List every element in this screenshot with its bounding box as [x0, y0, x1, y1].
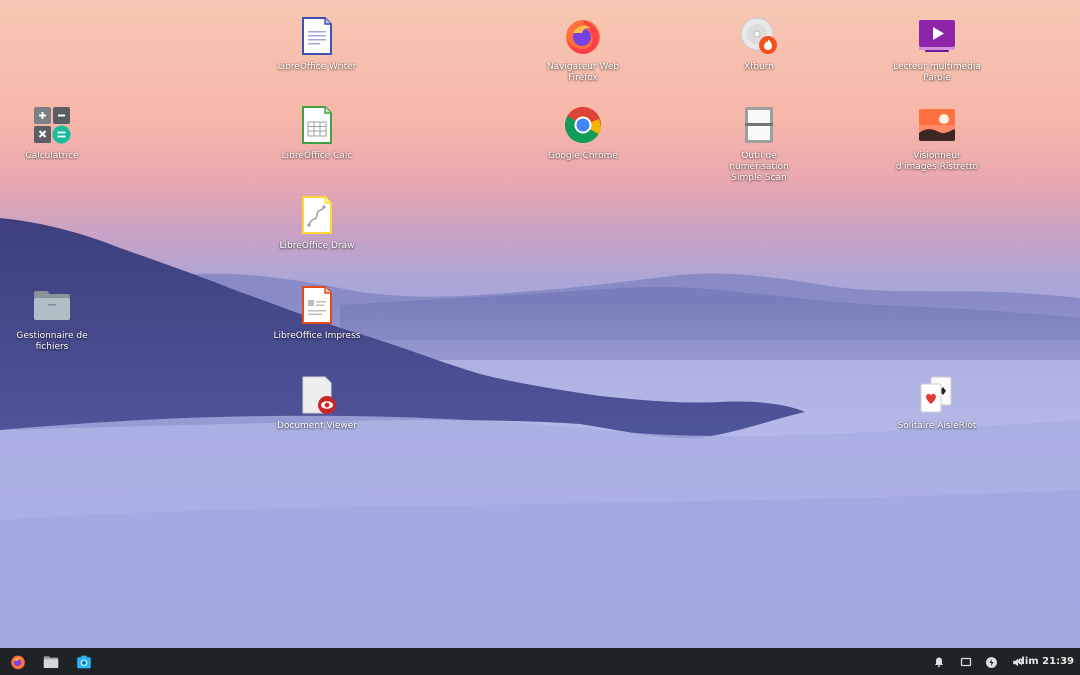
desktop-icon-label: Lecteur multimédia Parole — [893, 62, 981, 83]
simple-scan-icon — [745, 107, 773, 143]
solitaire-cards-icon — [920, 376, 952, 413]
desktop-icon-label: Outil de numérisation Simple Scan — [729, 151, 789, 183]
taskbar-files-button[interactable] — [40, 651, 62, 673]
power-icon — [985, 656, 997, 668]
tray-notifications-button[interactable] — [928, 651, 950, 673]
desktop-icon-label: Visionneur d'images Ristretto — [895, 151, 979, 172]
xfburn-disc-icon — [740, 17, 777, 54]
desktop-icon-libreoffice-impress[interactable]: LibreOffice Impress — [269, 285, 365, 342]
libreoffice-calc-icon — [302, 106, 332, 144]
desktop-icon-label: LibreOffice Calc — [281, 151, 353, 161]
libreoffice-draw-icon — [302, 196, 332, 234]
desktop-icon-libreoffice-calc[interactable]: LibreOffice Calc — [269, 105, 365, 162]
desktop-icon-label: Gestionnaire de fichiers — [16, 331, 88, 352]
desktop-icon-label: LibreOffice Draw — [279, 241, 355, 251]
image-viewer-icon — [919, 109, 955, 141]
wallpaper — [0, 218, 1080, 648]
desktop-icon-document-viewer[interactable]: Document Viewer — [269, 375, 365, 432]
desktop-icon-simple-scan[interactable]: Outil de numérisation Simple Scan — [711, 105, 807, 184]
desktop-icon-ristretto[interactable]: Visionneur d'images Ristretto — [889, 105, 985, 173]
taskbar: dim 21:39 — [0, 648, 1080, 675]
desktop-icon-label: Google Chrome — [548, 151, 618, 161]
tray-power-button[interactable] — [980, 651, 1002, 673]
desktop-icon-label: Solitaire AisleRiot — [897, 421, 977, 431]
desktop-icon-solitaire[interactable]: Solitaire AisleRiot — [889, 375, 985, 432]
firefox-icon — [11, 655, 25, 670]
chrome-icon — [564, 107, 601, 144]
taskbar-firefox-button[interactable] — [7, 651, 29, 673]
desktop-icon-label: Xfburn — [744, 62, 774, 72]
parole-media-player-icon — [919, 20, 955, 52]
desktop-icon-file-manager[interactable]: Gestionnaire de fichiers — [4, 285, 100, 353]
desktop-icon-xfburn[interactable]: Xfburn — [711, 16, 807, 73]
libreoffice-writer-icon — [302, 17, 332, 55]
taskbar-clock[interactable]: dim 21:39 — [1018, 648, 1078, 675]
desktop-icon-label: Calculatrice — [25, 151, 79, 161]
calculator-icon — [34, 107, 71, 144]
folder-icon — [43, 656, 59, 668]
taskbar-screenshot-button[interactable] — [73, 651, 95, 673]
desktop-icon-parole[interactable]: Lecteur multimédia Parole — [889, 16, 985, 84]
document-viewer-icon — [302, 376, 336, 414]
desktop[interactable]: LibreOffice Writer Navigateur Web Firefo… — [0, 0, 1080, 648]
desktop-icon-google-chrome[interactable]: Google Chrome — [535, 105, 631, 162]
desktop-icon-label: LibreOffice Impress — [273, 331, 361, 341]
libreoffice-impress-icon — [302, 286, 332, 324]
desktop-icon-label: Navigateur Web Firefox — [546, 62, 620, 83]
firefox-icon — [566, 20, 600, 54]
display-icon — [960, 657, 972, 667]
desktop-icon-firefox[interactable]: Navigateur Web Firefox — [535, 16, 631, 84]
tray-display-button[interactable] — [955, 651, 977, 673]
desktop-icon-label: Document Viewer — [276, 421, 358, 431]
desktop-icon-libreoffice-draw[interactable]: LibreOffice Draw — [269, 195, 365, 252]
bell-icon — [935, 657, 943, 668]
desktop-icon-label: LibreOffice Writer — [277, 62, 357, 72]
desktop-icon-calculatrice[interactable]: Calculatrice — [4, 105, 100, 162]
desktop-icon-libreoffice-writer[interactable]: LibreOffice Writer — [269, 16, 365, 73]
camera-icon — [77, 655, 91, 669]
folder-icon — [34, 291, 70, 320]
